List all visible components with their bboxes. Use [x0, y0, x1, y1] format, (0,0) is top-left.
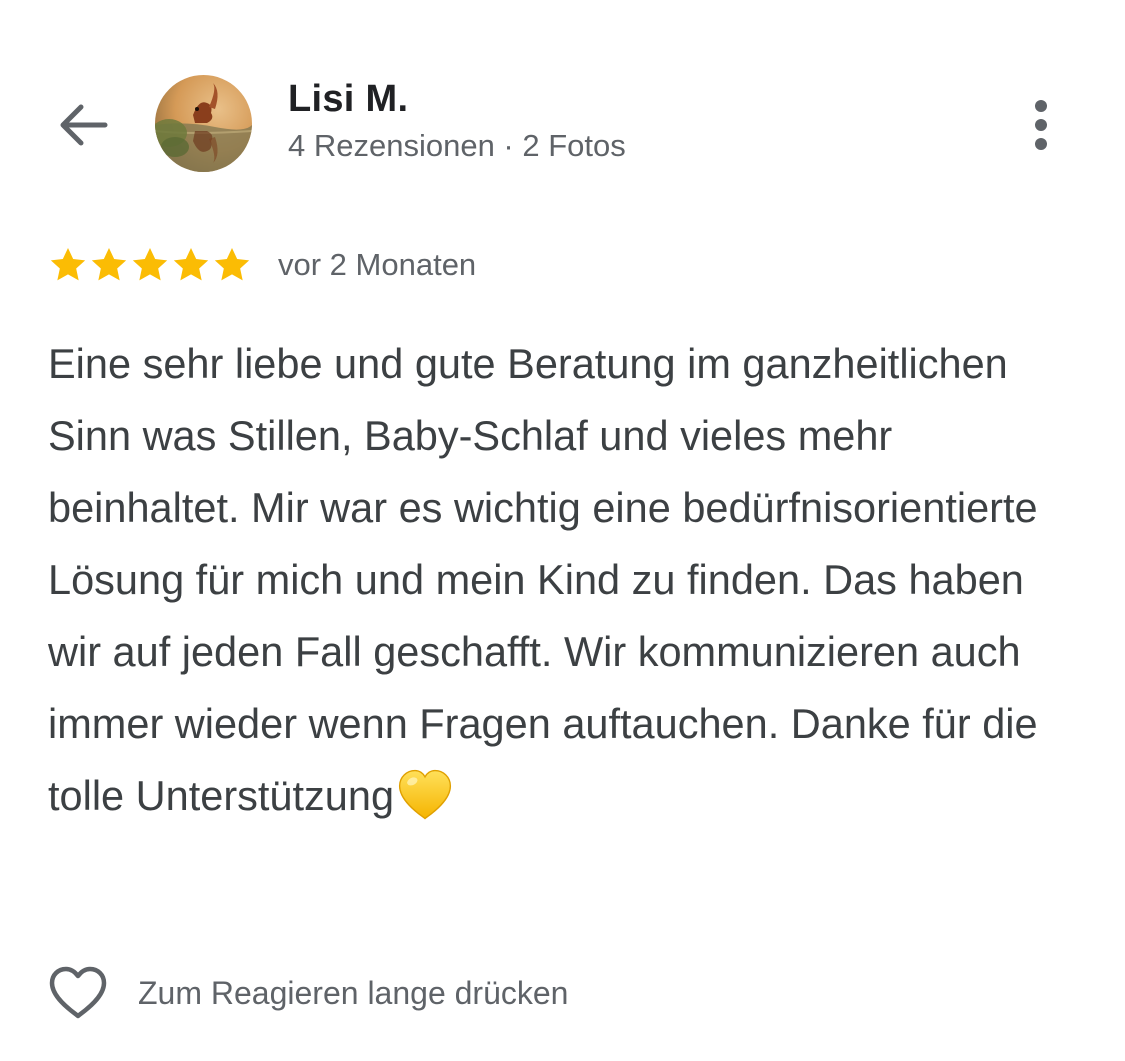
star-icon — [132, 248, 168, 281]
reaction-row: Zum Reagieren lange drücken — [46, 962, 568, 1024]
avatar[interactable] — [155, 75, 252, 172]
more-vert-icon-dot — [1035, 100, 1047, 112]
review-text: Eine sehr liebe und gute Beratung im gan… — [48, 328, 1058, 832]
react-button[interactable] — [46, 963, 110, 1023]
star-icon — [50, 248, 86, 281]
reviewer-name[interactable]: Lisi M. — [288, 78, 408, 121]
more-vert-icon-dot — [1035, 119, 1047, 131]
rating-row: vor 2 Monaten — [48, 242, 476, 288]
review-text-body: Eine sehr liebe und gute Beratung im gan… — [48, 340, 1038, 819]
star-icon — [214, 248, 250, 281]
avatar-photo — [155, 75, 252, 172]
star-icon — [173, 248, 209, 281]
star-rating — [48, 245, 252, 285]
reviewer-meta: 4 Rezensionen · 2 Fotos — [288, 128, 626, 163]
star-icon — [91, 248, 127, 281]
review-date: vor 2 Monaten — [278, 247, 477, 282]
more-options-button[interactable] — [1016, 94, 1066, 156]
react-hint: Zum Reagieren lange drücken — [138, 974, 569, 1011]
yellow-heart-emoji-icon — [398, 769, 452, 820]
more-vert-icon-dot — [1035, 138, 1047, 150]
arrow-back-icon — [60, 104, 108, 146]
heart-outline-icon — [49, 966, 107, 1019]
back-button[interactable] — [52, 96, 114, 154]
